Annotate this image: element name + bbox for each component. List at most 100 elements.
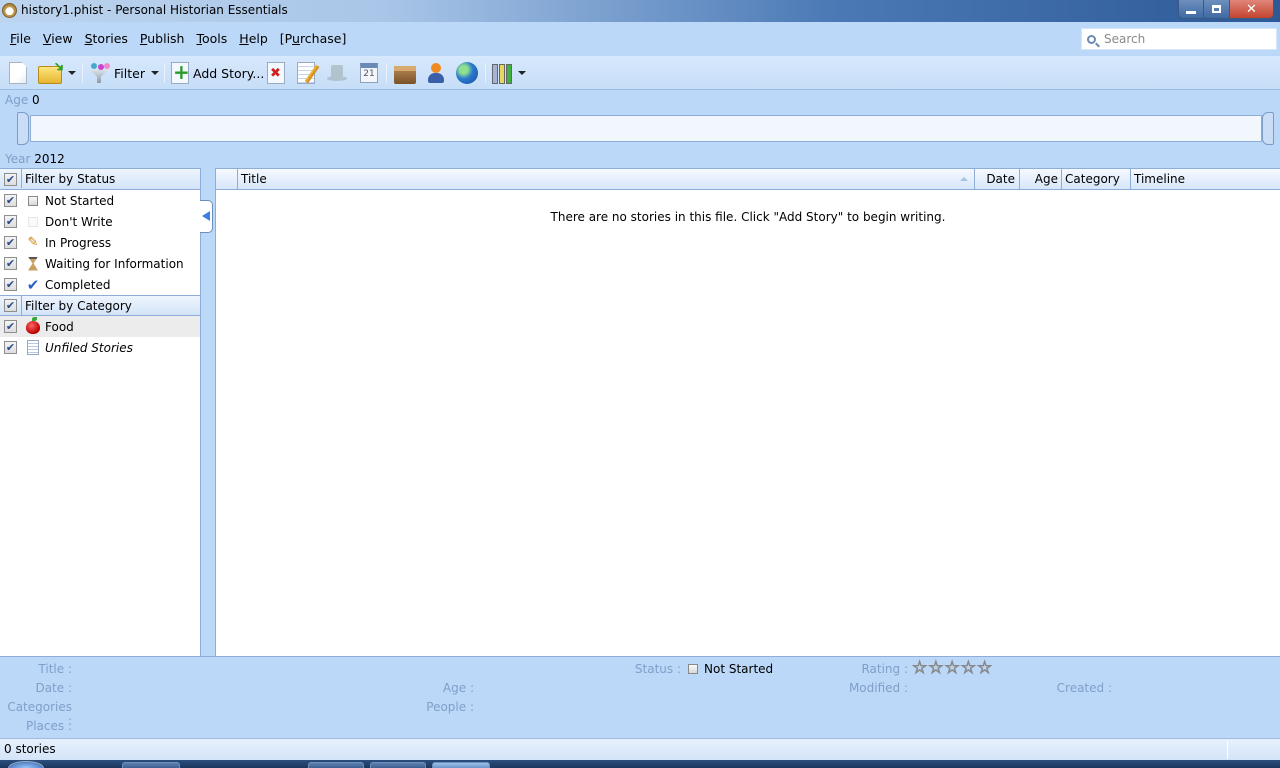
filter-by-status-label: Filter by Status xyxy=(25,172,116,186)
category-label: Unfiled Stories xyxy=(45,340,133,355)
menu-stories[interactable]: Stories xyxy=(79,31,134,46)
year-label: Year xyxy=(5,152,31,166)
filter-category-checkbox[interactable]: ✔ xyxy=(4,299,17,312)
taskbar-button[interactable] xyxy=(308,762,364,768)
people-button[interactable] xyxy=(427,61,445,85)
archive-button[interactable] xyxy=(394,61,416,85)
status-not-started-icon xyxy=(688,664,698,674)
status-checkbox[interactable]: ✔ xyxy=(4,278,17,291)
statusbar-divider xyxy=(1227,741,1228,759)
books-button[interactable] xyxy=(492,61,526,85)
detail-places-label: Places : xyxy=(25,719,72,733)
rating-star-icon[interactable]: ☆ xyxy=(960,659,976,677)
toolbar-separator xyxy=(164,63,165,83)
hat-button[interactable] xyxy=(327,61,347,85)
filter-label: Filter xyxy=(114,65,145,81)
column-header-icon[interactable] xyxy=(216,169,238,189)
status-item-not-started[interactable]: ✔ Not Started xyxy=(0,190,200,211)
restore-button[interactable] xyxy=(1204,0,1230,19)
menu-publish[interactable]: Publish xyxy=(134,31,191,46)
status-label: Don't Write xyxy=(45,214,113,229)
status-item-dont-write[interactable]: ✔ Don't Write xyxy=(0,211,200,232)
filter-button[interactable]: Filter xyxy=(88,61,159,85)
category-item-food[interactable]: ✔ Food xyxy=(0,316,200,337)
detail-people-label: People : xyxy=(426,700,474,714)
places-button[interactable] xyxy=(456,61,478,85)
category-item-unfiled[interactable]: ✔ Unfiled Stories xyxy=(0,337,200,358)
taskbar-button-active[interactable] xyxy=(432,762,490,768)
rating-star-icon[interactable]: ☆ xyxy=(928,659,944,677)
hat-icon xyxy=(327,63,347,83)
chevron-down-icon[interactable] xyxy=(150,71,159,75)
timeline-start-handle[interactable] xyxy=(17,112,29,145)
edit-story-icon xyxy=(297,62,315,84)
filter-sidebar: ✔ Filter by Status ✔ Not Started ✔ Don't… xyxy=(0,168,200,656)
column-header-timeline[interactable]: Timeline xyxy=(1131,169,1280,189)
status-checkbox[interactable]: ✔ xyxy=(4,194,17,207)
rating-star-icon[interactable]: ☆ xyxy=(911,659,927,677)
edit-story-button[interactable] xyxy=(297,61,315,85)
status-checkbox[interactable]: ✔ xyxy=(4,215,17,228)
sidebar-splitter[interactable] xyxy=(200,168,216,656)
hourglass-icon xyxy=(25,256,41,272)
status-item-waiting[interactable]: ✔ Waiting for Information xyxy=(0,253,200,274)
taskbar-button[interactable] xyxy=(370,762,426,768)
chevron-down-icon[interactable] xyxy=(68,71,76,75)
timeline-end-handle[interactable] xyxy=(1262,112,1274,145)
status-checkbox[interactable]: ✔ xyxy=(4,257,17,270)
filter-by-category-header[interactable]: ✔ Filter by Category xyxy=(0,295,200,316)
new-file-icon xyxy=(9,62,27,84)
header-divider xyxy=(21,169,22,188)
story-list-header: Title Date Age Category Timeline xyxy=(216,169,1280,190)
age-readout: Age 0 xyxy=(5,93,40,107)
column-header-date[interactable]: Date xyxy=(975,169,1020,189)
status-label: Completed xyxy=(45,277,111,292)
status-label: Waiting for Information xyxy=(45,256,184,271)
filter-by-category-label: Filter by Category xyxy=(25,298,132,313)
document-icon xyxy=(25,340,41,356)
new-file-button[interactable] xyxy=(9,61,27,85)
filter-by-status-header[interactable]: ✔ Filter by Status xyxy=(0,169,200,190)
add-story-button[interactable]: Add Story... xyxy=(171,60,264,85)
taskbar-button[interactable] xyxy=(122,762,180,768)
search-input[interactable] xyxy=(1104,32,1274,46)
delete-story-button[interactable] xyxy=(267,61,285,85)
status-item-completed[interactable]: ✔ ✔ Completed xyxy=(0,274,200,295)
column-age-label: Age xyxy=(1034,172,1058,186)
status-checkbox[interactable]: ✔ xyxy=(4,236,17,249)
detail-title-label: Title : xyxy=(38,662,72,676)
filter-status-checkbox[interactable]: ✔ xyxy=(4,172,17,186)
column-title-label: Title xyxy=(241,172,267,186)
category-label: Food xyxy=(45,319,74,334)
restore-icon xyxy=(1212,5,1221,13)
status-item-in-progress[interactable]: ✔ ✎ In Progress xyxy=(0,232,200,253)
close-button[interactable]: ✕ xyxy=(1230,0,1274,19)
category-checkbox[interactable]: ✔ xyxy=(4,341,17,354)
column-timeline-label: Timeline xyxy=(1134,172,1186,186)
category-checkbox[interactable]: ✔ xyxy=(4,320,17,333)
menu-view[interactable]: View xyxy=(37,31,79,46)
story-count: 0 stories xyxy=(4,742,56,756)
menu-tools[interactable]: Tools xyxy=(190,31,233,46)
column-header-age[interactable]: Age xyxy=(1020,169,1062,189)
menu-file[interactable]: File xyxy=(4,31,37,46)
rating-stars[interactable]: ☆ ☆ ☆ ☆ ☆ xyxy=(911,659,993,677)
rating-star-icon[interactable]: ☆ xyxy=(944,659,960,677)
menu-purchase[interactable]: [Purchase] xyxy=(274,31,353,46)
chevron-down-icon[interactable] xyxy=(518,71,526,75)
column-header-title[interactable]: Title xyxy=(238,169,975,189)
menu-help[interactable]: Help xyxy=(233,31,274,46)
minimize-button[interactable] xyxy=(1178,0,1204,19)
timeline-track[interactable] xyxy=(30,115,1262,142)
open-file-button[interactable] xyxy=(38,61,76,85)
detail-status-value[interactable]: Not Started xyxy=(704,662,773,676)
toolbar-separator xyxy=(386,63,387,83)
start-button[interactable] xyxy=(8,761,44,768)
status-bar: 0 stories xyxy=(0,738,1280,760)
column-header-category[interactable]: Category xyxy=(1062,169,1131,189)
calendar-button[interactable]: 21 xyxy=(360,61,378,85)
status-label: In Progress xyxy=(45,235,112,250)
rating-star-icon[interactable]: ☆ xyxy=(976,659,992,677)
search-box[interactable] xyxy=(1081,28,1277,50)
empty-list-message: There are no stories in this file. Click… xyxy=(550,210,946,224)
